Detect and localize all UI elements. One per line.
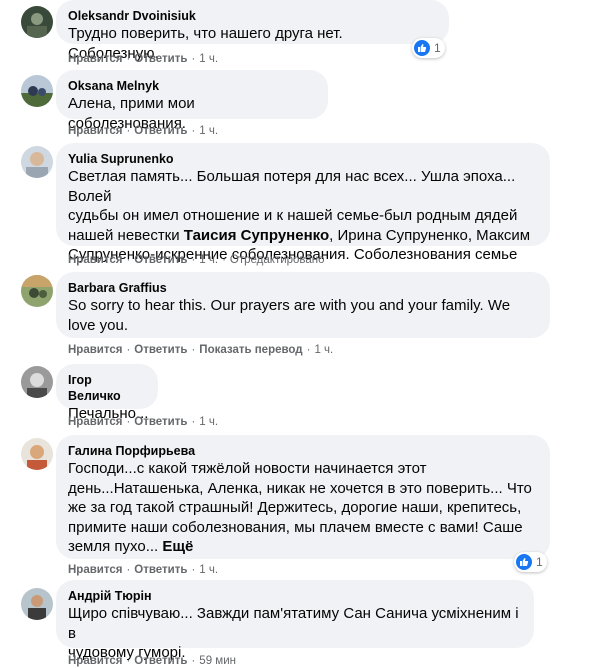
translate-button[interactable]: Показать перевод <box>199 344 302 356</box>
comment-author[interactable]: Ігор Величко <box>68 372 146 404</box>
separator: · <box>191 254 196 266</box>
comment-line: судьбы он имел отношение и к нашей семье… <box>68 207 518 224</box>
comment-line: день...Наташенька, Аленка, никак не хоче… <box>68 479 532 497</box>
comment-fragment: земля пухо... <box>68 538 163 555</box>
reply-button[interactable]: Ответить <box>134 655 187 667</box>
comment-author[interactable]: Oleksandr Dvoinisiuk <box>68 8 437 24</box>
comment-line: So sorry to hear this. Our prayers are w… <box>68 297 511 314</box>
comment-actions: Нравится · Ответить · 1 ч. · Отредактировано <box>68 253 325 267</box>
separator: · <box>191 344 196 356</box>
like-button[interactable]: Нравится <box>68 125 122 137</box>
separator: · <box>191 564 196 576</box>
separator: · <box>222 254 226 266</box>
comment-bubble: Oleksandr Dvoinisiuk Трудно поверить, чт… <box>56 0 449 62</box>
comment-fragment: , Ирина Супруненко, Максим <box>329 226 531 244</box>
comment-actions: Нравится · Ответить · 59 мин <box>68 654 236 668</box>
reaction-number: 1 <box>434 41 441 55</box>
like-button[interactable]: Нравится <box>68 53 122 65</box>
reaction-number: 1 <box>536 555 543 569</box>
separator: · <box>126 125 131 137</box>
avatar[interactable] <box>21 146 53 178</box>
separator: · <box>191 655 196 667</box>
separator: · <box>191 53 196 65</box>
reply-button[interactable]: Ответить <box>134 53 187 65</box>
edited-label[interactable]: Отредактировано <box>230 254 325 266</box>
separator: · <box>126 344 131 356</box>
comment-line: нашей невестки Таисия Супруненко, Ирина … <box>68 226 538 246</box>
comment-line: примите наши соболезнования, мы плачем в… <box>68 518 523 536</box>
comment-text: Господи...с какой тяжёлой новости начина… <box>68 459 538 557</box>
like-reaction-icon <box>516 554 532 570</box>
comment-time[interactable]: 1 ч. <box>199 564 218 576</box>
separator: · <box>126 53 131 65</box>
comment-line: земля пухо... Ещё <box>68 537 538 557</box>
separator: · <box>306 344 311 356</box>
comment-author[interactable]: Barbara Graffius <box>68 280 538 296</box>
avatar[interactable] <box>21 6 53 38</box>
comment-actions: Нравится · Ответить · 1 ч. <box>68 124 218 138</box>
like-button[interactable]: Нравится <box>68 344 122 356</box>
separator: · <box>191 125 196 137</box>
avatar[interactable] <box>21 438 53 470</box>
see-more-link[interactable]: Ещё <box>162 538 193 555</box>
reply-button[interactable]: Ответить <box>134 416 187 428</box>
reply-button[interactable]: Ответить <box>134 564 187 576</box>
comment-time[interactable]: 1 ч. <box>199 53 218 65</box>
comment-author[interactable]: Андрій Тюрін <box>68 588 522 604</box>
reply-button[interactable]: Ответить <box>134 125 187 137</box>
comment-time[interactable]: 1 ч. <box>199 416 218 428</box>
like-reaction-icon <box>414 40 430 56</box>
avatar[interactable] <box>21 275 53 307</box>
comment-line: Господи...с какой тяжёлой новости начина… <box>68 460 427 477</box>
like-button[interactable]: Нравится <box>68 254 122 266</box>
reply-button[interactable]: Ответить <box>134 344 187 356</box>
separator: · <box>126 564 131 576</box>
comment-fragment: нашей невестки <box>68 226 184 244</box>
comment-bubble: Oksana Melnyk Алена, прими мои соболезно… <box>56 70 328 132</box>
like-button[interactable]: Нравится <box>68 564 122 576</box>
comment-line: Светлая память... Большая потеря для нас… <box>68 168 516 205</box>
comment-actions: Нравится · Ответить · 1 ч. <box>68 52 218 66</box>
separator: · <box>126 254 131 266</box>
separator: · <box>126 655 131 667</box>
comment-text: So sorry to hear this. Our prayers are w… <box>68 296 538 335</box>
comment-time[interactable]: 1 ч. <box>199 125 218 137</box>
like-button[interactable]: Нравится <box>68 655 122 667</box>
comment-line: love you. <box>68 316 129 334</box>
comment-time[interactable]: 1 ч. <box>199 254 218 266</box>
avatar[interactable] <box>21 588 53 620</box>
comment-time[interactable]: 1 ч. <box>314 344 333 356</box>
separator: · <box>126 416 131 428</box>
like-button[interactable]: Нравится <box>68 416 122 428</box>
comment-line: же за год такой страшный! Держитесь, дор… <box>68 499 522 516</box>
comment-line: Щиро співчуваю... Завжди пам'ятатиму Сан… <box>68 605 519 642</box>
comment-time[interactable]: 59 мин <box>199 655 236 667</box>
comment-bubble: Barbara Graffius So sorry to hear this. … <box>56 272 550 338</box>
comment-bubble: Ігор Величко Печально... <box>56 364 158 422</box>
comment-bubble: Галина Порфирьева Господи...с какой тяжё… <box>56 435 550 559</box>
mention-link[interactable]: Таисия Супруненко <box>184 227 329 244</box>
avatar[interactable] <box>21 366 53 398</box>
comment-author[interactable]: Yulia Suprunenko <box>68 151 538 167</box>
comment-bubble: Yulia Suprunenko Светлая память... Больш… <box>56 143 550 263</box>
reply-button[interactable]: Ответить <box>134 254 187 266</box>
comment-author[interactable]: Oksana Melnyk <box>68 78 316 94</box>
comment-actions: Нравится · Ответить · 1 ч. <box>68 415 218 429</box>
comment-actions: Нравится · Ответить · Показать перевод · 1 ч. <box>68 343 333 357</box>
comment-text: Светлая память... Большая потеря для нас… <box>68 167 538 265</box>
separator: · <box>191 416 196 428</box>
comment-bubble: Андрій Тюрін Щиро співчуваю... Завжди па… <box>56 580 534 661</box>
avatar[interactable] <box>21 75 53 107</box>
reaction-count[interactable]: 1 <box>412 38 445 58</box>
reaction-count[interactable]: 1 <box>514 552 547 572</box>
comment-author[interactable]: Галина Порфирьева <box>68 443 538 459</box>
comment-actions: Нравится · Ответить · 1 ч. <box>68 563 218 577</box>
